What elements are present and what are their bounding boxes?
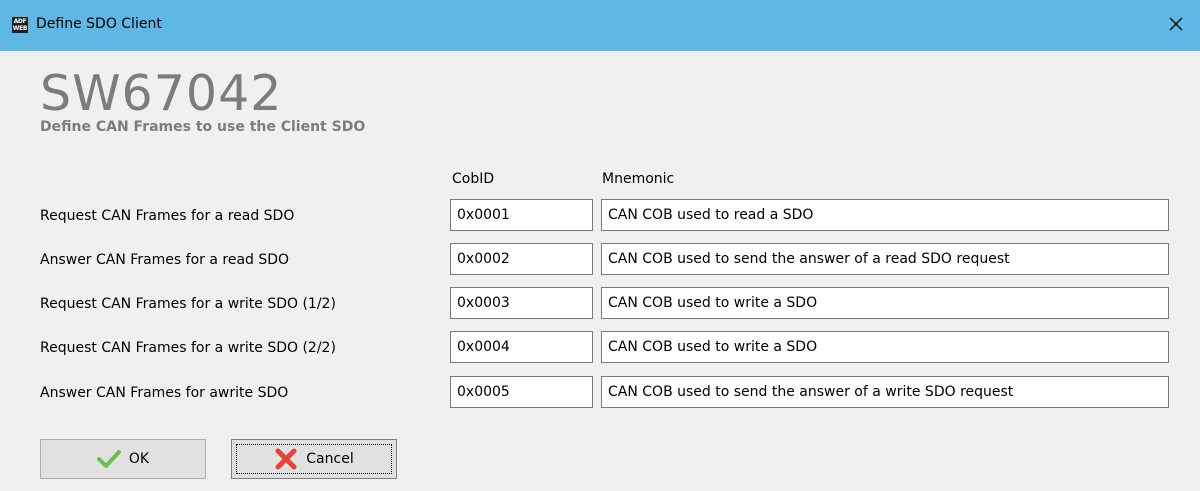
close-button[interactable] [1152,0,1200,51]
mnemonic-column-header: Mnemonic [602,171,675,187]
mnemonic-field[interactable] [601,331,1169,363]
page-subtitle: Define CAN Frames to use the Client SDO [40,119,366,135]
cobid-field[interactable] [450,199,593,231]
cobid-field[interactable] [450,243,593,275]
check-icon [96,449,121,469]
cancel-label: Cancel [306,451,354,467]
row-label: Answer CAN Frames for a read SDO [40,252,290,268]
cobid-field[interactable] [450,287,593,319]
ok-button[interactable]: OK [40,439,206,479]
row-label: Request CAN Frames for a read SDO [40,208,295,224]
brand-title: SW67042 [40,65,283,122]
cross-icon [274,447,298,471]
cancel-button[interactable]: Cancel [231,439,397,479]
mnemonic-field[interactable] [601,287,1169,319]
app-logo-icon: ADF WEB [12,17,28,33]
title-bar: ADF WEB Define SDO Client [0,0,1200,51]
ok-label: OK [128,451,150,467]
row-label: Answer CAN Frames for awrite SDO [40,385,289,401]
mnemonic-field[interactable] [601,243,1169,275]
cobid-column-header: CobID [452,171,495,187]
cobid-field[interactable] [450,331,593,363]
mnemonic-field[interactable] [601,376,1169,408]
dialog-body: SW67042 Define CAN Frames to use the Cli… [0,51,1200,491]
row-label: Request CAN Frames for a write SDO (2/2) [40,340,336,356]
cobid-field[interactable] [450,376,593,408]
mnemonic-field[interactable] [601,199,1169,231]
close-icon [1169,16,1183,35]
row-label: Request CAN Frames for a write SDO (1/2) [40,296,336,312]
window-title: Define SDO Client [36,16,162,32]
